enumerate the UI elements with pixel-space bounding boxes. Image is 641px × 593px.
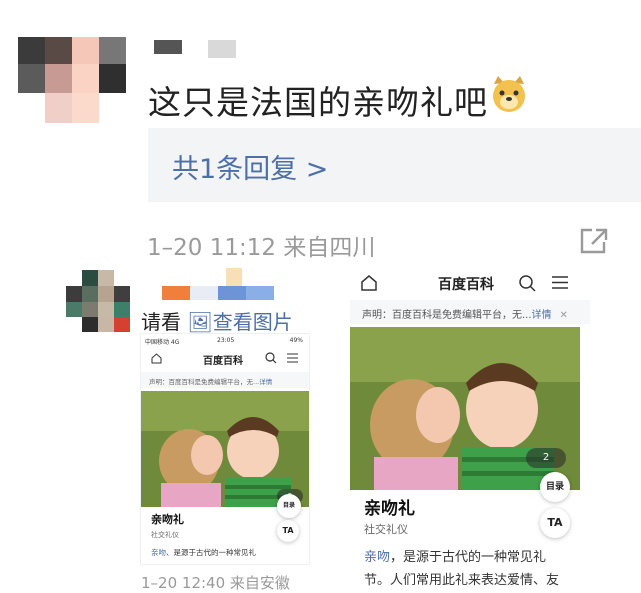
comment-time: 1–20 11:12 [147,235,276,261]
comment-text: 这只是法国的亲吻礼吧 [148,83,488,122]
reply-prefix: 请看 [141,310,181,334]
baike-screenshot-large[interactable]: 百度百科 声明：百度百科是免费编辑平台，无...详情 ✕ 2 目录 亲吻礼 社交礼… [350,264,590,589]
entry-title: 亲吻礼 [364,499,415,519]
reply-time: 1–20 12:40 [141,574,226,592]
catalog-button[interactable]: 目录 [277,494,301,518]
view-replies-link[interactable]: 共1条回复 > [172,147,328,186]
view-image-link[interactable]: 🖼查看图片 [187,310,292,334]
entry-description-line2: 节。人们常用此礼来表达爱情、友 [364,573,560,588]
search-icon [519,275,536,292]
menu-icon [287,353,298,363]
menu-icon [552,276,568,289]
gallery-count-badge[interactable]: 2 [526,448,566,468]
entry-title: 亲吻礼 [151,513,184,526]
status-carrier: 中国移动 4G [145,339,180,346]
entry-subtitle: 社交礼仪 [364,523,408,536]
baike-brand: 百度百科 [438,277,494,293]
baike-notice: 声明：百度百科是免费编辑平台，无...详情 [141,372,309,388]
image-icon: 🖼 [187,310,213,334]
comment-location: 来自四川 [283,235,376,261]
ta-button[interactable]: TA [277,520,299,542]
baike-screenshot-small[interactable]: 中国移动 4G 23:05 49% 百度百科 声明：百度百科是免费编辑平台，无.… [140,333,310,565]
share-icon[interactable] [578,226,610,256]
home-icon [361,275,377,291]
entry-subtitle: 社交礼仪 [151,531,179,539]
entry-description: 亲吻，是源于古代的一种常见礼 [364,550,547,565]
entry-description: 亲吻、是源于古代的一种常见礼 [151,548,256,557]
reply-meta: 1–20 12:40 来自安徽 [141,572,290,593]
reply-location: 来自安徽 [229,574,290,592]
username-blurred[interactable] [154,40,238,60]
home-icon [151,353,162,364]
baike-notice: 声明：百度百科是免费编辑平台，无...详情 ✕ [350,300,590,324]
baike-brand: 百度百科 [203,356,243,367]
username-blurred[interactable] [158,268,278,302]
doge-emoji-icon [488,74,530,114]
status-time: 23:05 [217,337,235,344]
comment-meta: 1–20 11:12 来自四川 [147,228,375,262]
avatar[interactable] [66,270,130,332]
ta-button[interactable]: TA [540,508,570,538]
view-image-label: 查看图片 [212,310,293,334]
catalog-button[interactable]: 目录 [540,472,570,502]
avatar[interactable] [18,37,126,123]
status-battery: 49% [289,337,303,344]
search-icon [265,352,277,364]
reply-text: 请看 🖼查看图片 [141,306,293,335]
